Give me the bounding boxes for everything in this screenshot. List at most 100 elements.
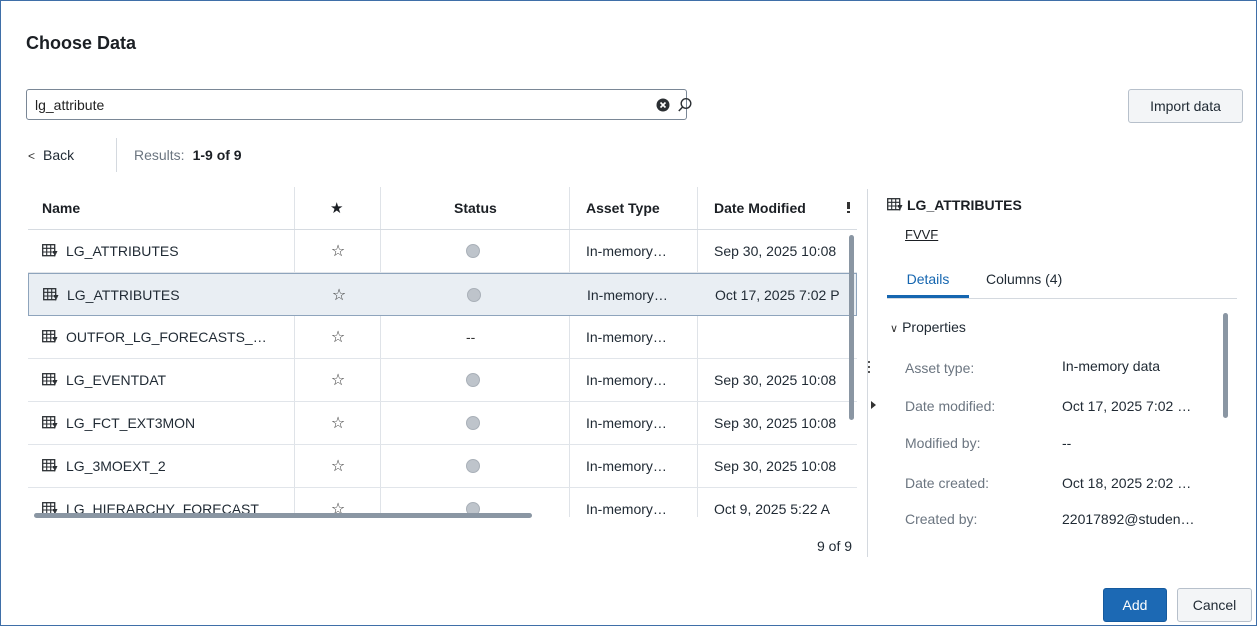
- clear-circle-icon[interactable]: [656, 98, 670, 112]
- detail-title-text: LG_ATTRIBUTES: [907, 197, 1022, 213]
- status-indicator: [467, 288, 481, 302]
- table-horizontal-scrollbar[interactable]: [34, 513, 532, 518]
- column-header-favorite[interactable]: ★: [330, 187, 343, 230]
- row-status: [458, 402, 488, 445]
- row-name: LG_3MOEXT_2: [42, 445, 304, 488]
- data-table: Name ★ Status Asset Type Date Modified L…: [28, 187, 857, 517]
- favorite-star-icon[interactable]: ☆: [326, 445, 350, 488]
- results-range: 1-9 of 9: [192, 147, 242, 163]
- properties-section-toggle[interactable]: ∨ Properties: [890, 319, 966, 335]
- row-name-text: LG_FCT_EXT3MON: [66, 415, 196, 431]
- row-date-modified: Sep 30, 2025 10:08: [714, 458, 837, 474]
- row-asset-type: In-memory…: [586, 458, 667, 474]
- row-name: LG_EVENTDAT: [42, 359, 304, 402]
- row-date-modified: Sep 30, 2025 10:08: [714, 415, 837, 431]
- row-status: [459, 274, 489, 317]
- favorite-star-icon[interactable]: ☆: [326, 402, 350, 445]
- row-asset-type: In-memory…: [586, 329, 667, 345]
- row-date-modified: [714, 316, 849, 359]
- chevron-left-icon: <: [28, 149, 36, 163]
- library-link[interactable]: FVVF: [905, 227, 938, 242]
- property-label: Asset type:: [905, 360, 975, 376]
- row-date-modified: Oct 17, 2025 7:02 P: [715, 287, 840, 303]
- import-data-button[interactable]: Import data: [1128, 89, 1243, 123]
- row-name-text: LG_ATTRIBUTES: [67, 287, 180, 303]
- property-value: Oct 18, 2025 2:02 …: [1062, 475, 1192, 491]
- table-icon: [43, 276, 59, 302]
- divider: [116, 138, 117, 172]
- detail-tabs: Details Columns (4): [887, 261, 1237, 299]
- table-row[interactable]: OUTFOR_LG_FORECASTS_… ☆ -- In-memory…: [28, 316, 857, 359]
- tab-columns[interactable]: Columns (4): [986, 261, 1062, 298]
- property-label: Modified by:: [905, 435, 981, 451]
- property-label: Created by:: [905, 511, 978, 527]
- table-icon: [42, 361, 58, 387]
- column-header-asset-type[interactable]: Asset Type: [586, 187, 660, 230]
- table-icon: [42, 490, 58, 516]
- search-icon[interactable]: [677, 97, 693, 113]
- status-text: --: [466, 329, 476, 345]
- favorite-star-icon[interactable]: ☆: [326, 359, 350, 402]
- table-icon: [42, 232, 58, 258]
- table-row[interactable]: LG_3MOEXT_2 ☆ In-memory… Sep 30, 2025 10:08: [28, 445, 857, 488]
- table-icon: [42, 404, 58, 430]
- table-row[interactable]: LG_FCT_EXT3MON ☆ In-memory… Sep 30, 2025 10…: [28, 402, 857, 445]
- chevron-down-icon: ∨: [890, 323, 899, 335]
- table-row[interactable]: LG_ATTRIBUTES ☆ In-memory… Sep 30, 2025 10:…: [28, 230, 857, 273]
- detail-panel-title: LG_ATTRIBUTES: [887, 197, 1022, 213]
- row-date-modified: Sep 30, 2025 10:08: [714, 243, 837, 259]
- search-input[interactable]: lg_attribute: [35, 97, 104, 113]
- back-button[interactable]: < Back: [28, 147, 74, 163]
- favorite-star-icon[interactable]: ☆: [326, 230, 350, 273]
- row-status: --: [458, 316, 488, 359]
- row-asset-type: In-memory…: [587, 287, 668, 303]
- results-summary: Results: 1-9 of 9: [134, 147, 242, 163]
- status-indicator: [466, 373, 480, 387]
- search-field[interactable]: lg_attribute: [26, 89, 692, 120]
- row-name-text: OUTFOR_LG_FORECASTS_…: [66, 329, 267, 345]
- column-header-date-modified[interactable]: Date Modified: [714, 187, 806, 230]
- row-asset-type: In-memory…: [586, 415, 667, 431]
- splitter-grip-icon[interactable]: [868, 361, 871, 377]
- property-label: Date modified:: [905, 398, 996, 414]
- table-vertical-scrollbar[interactable]: [849, 235, 854, 420]
- column-header-name[interactable]: Name: [42, 187, 80, 230]
- table-icon: [887, 198, 903, 212]
- row-name-text: LG_EVENTDAT: [66, 372, 167, 388]
- row-name: LG_ATTRIBUTES: [43, 274, 305, 317]
- status-indicator: [466, 459, 480, 473]
- row-name: LG_ATTRIBUTES: [42, 230, 304, 273]
- table-icon: [42, 318, 58, 344]
- tab-details[interactable]: Details: [887, 261, 969, 298]
- add-button[interactable]: Add: [1103, 588, 1167, 622]
- table-row[interactable]: LG_ATTRIBUTES ☆ In-memory… Oct 17, 2025 7:0…: [28, 273, 857, 316]
- detail-vertical-scrollbar[interactable]: [1223, 313, 1228, 418]
- properties-label: Properties: [902, 319, 966, 335]
- column-options-icon[interactable]: [846, 201, 852, 215]
- row-status: [458, 445, 488, 488]
- table-icon: [42, 447, 58, 473]
- table-row[interactable]: LG_EVENTDAT ☆ In-memory… Sep 30, 2025 10:08: [28, 359, 857, 402]
- cancel-button[interactable]: Cancel: [1177, 588, 1252, 622]
- status-indicator: [466, 244, 480, 258]
- dialog-title: Choose Data: [26, 33, 137, 53]
- column-header-status[interactable]: Status: [454, 187, 497, 230]
- row-date-modified: Oct 9, 2025 5:22 A: [714, 501, 830, 517]
- row-name: LG_FCT_EXT3MON: [42, 402, 304, 445]
- status-indicator: [466, 416, 480, 430]
- row-date-modified: Sep 30, 2025 10:08: [714, 372, 837, 388]
- choose-data-dialog: Choose Data lg_attribute Import data < Ba…: [0, 0, 1257, 626]
- row-asset-type: In-memory…: [586, 243, 667, 259]
- favorite-star-icon[interactable]: ☆: [326, 316, 350, 359]
- property-value: In-memory data: [1062, 358, 1161, 374]
- row-count: 9 of 9: [817, 538, 853, 554]
- row-status: [458, 359, 488, 402]
- table-header: Name ★ Status Asset Type Date Modified: [28, 187, 857, 230]
- back-label: Back: [43, 147, 75, 163]
- row-name-text: LG_ATTRIBUTES: [66, 243, 179, 259]
- expand-arrow-icon[interactable]: [871, 401, 876, 409]
- favorite-star-icon[interactable]: ☆: [327, 274, 351, 317]
- property-label: Date created:: [905, 475, 990, 491]
- property-value: 22017892@studen…: [1062, 511, 1195, 527]
- row-name: OUTFOR_LG_FORECASTS_…: [42, 316, 304, 359]
